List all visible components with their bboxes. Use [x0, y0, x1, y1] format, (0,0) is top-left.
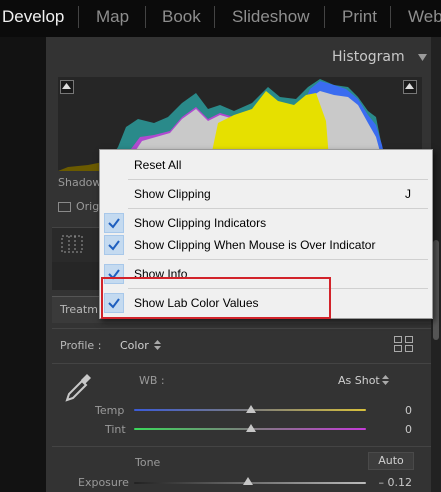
tint-label: Tint: [105, 423, 126, 436]
triangle-up-icon: [62, 83, 71, 89]
menu-item-show-clipping-indicators[interactable]: Show Clipping Indicators: [100, 212, 432, 234]
chevron-updown-icon: [154, 340, 161, 350]
menu-item-show-clipping-mouse-over[interactable]: Show Clipping When Mouse is Over Indicat…: [100, 234, 432, 256]
menu-separator: [128, 208, 428, 209]
checkmark-icon: [104, 213, 124, 233]
treatment-label: Treatm: [60, 303, 98, 316]
profile-row: [52, 328, 432, 364]
module-bar: Develop Map Book Slideshow Print Web: [0, 0, 441, 37]
menu-item-label: Reset All: [134, 158, 182, 172]
menu-item-reset-all[interactable]: Reset All: [100, 154, 432, 176]
module-book[interactable]: Book: [162, 7, 201, 27]
original-photo-label: Orig: [76, 200, 100, 213]
wb-select[interactable]: As Shot: [338, 374, 380, 387]
menu-item-label: Show Clipping When Mouse is Over Indicat…: [134, 238, 376, 252]
menu-separator: [128, 179, 428, 180]
wb-label: WB :: [139, 374, 165, 387]
menu-item-show-clipping[interactable]: Show Clipping J: [100, 183, 432, 205]
profile-label: Profile :: [60, 339, 102, 352]
module-separator: [145, 6, 146, 28]
tone-label: Tone: [135, 456, 161, 469]
menu-item-shortcut: J: [405, 187, 411, 201]
module-separator: [214, 6, 215, 28]
left-strip: [0, 37, 46, 492]
checkmark-icon: [104, 235, 124, 255]
module-web[interactable]: Web: [408, 7, 441, 27]
menu-item-label: Show Clipping Indicators: [134, 216, 267, 230]
module-separator: [324, 6, 325, 28]
temp-value[interactable]: 0: [380, 404, 412, 417]
menu-separator: [128, 259, 428, 260]
triangle-up-icon: [405, 83, 414, 89]
exposure-slider-thumb[interactable]: [243, 477, 253, 485]
module-develop[interactable]: Develop: [2, 7, 64, 27]
annotation-highlight-box: [101, 277, 331, 319]
exposure-label: Exposure: [78, 476, 129, 489]
eyedropper-icon[interactable]: [63, 370, 93, 402]
crop-overlay-icon[interactable]: [61, 235, 83, 253]
profile-select[interactable]: Color: [120, 339, 149, 352]
module-separator: [78, 6, 79, 28]
shadows-label: Shadow: [58, 176, 102, 189]
chevron-updown-icon: [382, 375, 389, 385]
module-print[interactable]: Print: [342, 7, 377, 27]
module-map[interactable]: Map: [96, 7, 129, 27]
temp-slider-thumb[interactable]: [246, 405, 256, 413]
profile-browser-grid-icon[interactable]: [394, 336, 413, 352]
divider: [52, 446, 432, 447]
tint-slider-thumb[interactable]: [246, 424, 256, 432]
temp-label: Temp: [95, 404, 125, 417]
histogram-title: Histogram: [332, 49, 405, 65]
triangle-down-icon[interactable]: [418, 54, 427, 61]
module-separator: [390, 6, 391, 28]
menu-item-label: Show Clipping: [134, 187, 211, 201]
panel-scrollbar-thumb[interactable]: [433, 240, 439, 340]
module-slideshow[interactable]: Slideshow: [232, 7, 310, 27]
auto-tone-button[interactable]: Auto: [368, 452, 414, 470]
original-photo-checkbox-icon[interactable]: [58, 202, 71, 212]
tint-value[interactable]: 0: [380, 423, 412, 436]
exposure-value[interactable]: – 0.12: [362, 476, 413, 489]
